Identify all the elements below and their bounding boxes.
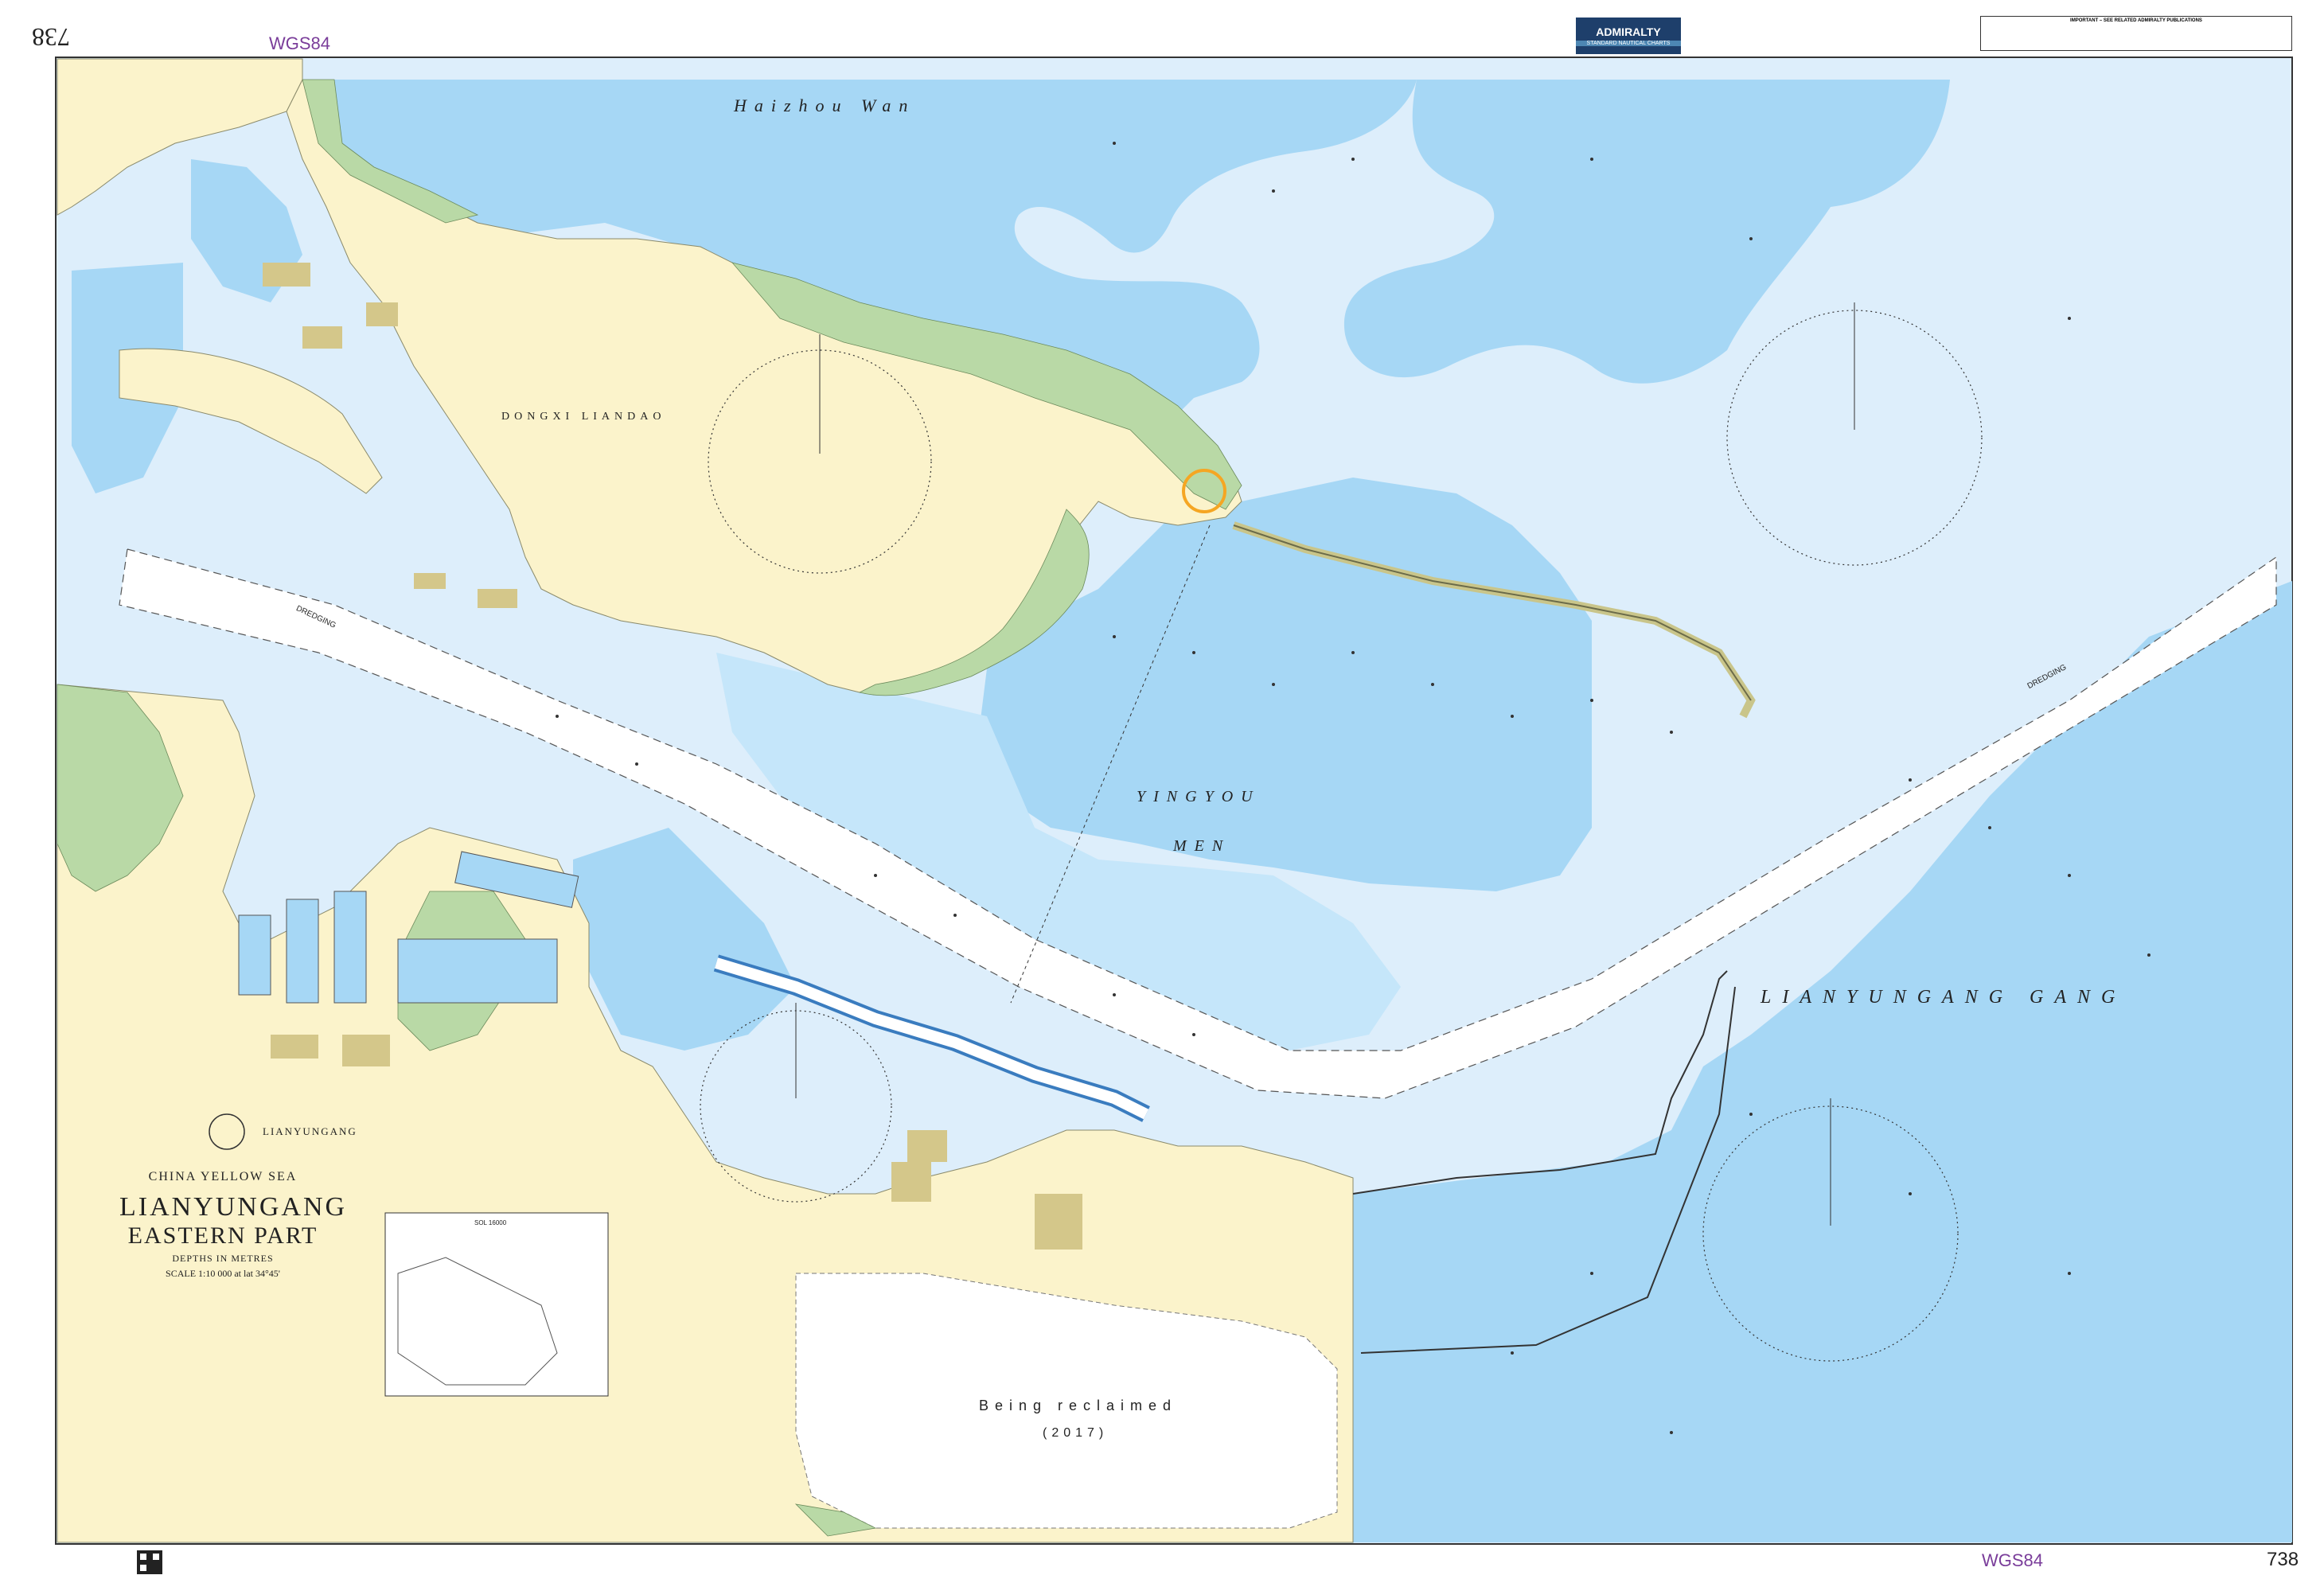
label-lianyungang-town: LIANYUNGANG: [263, 1125, 357, 1137]
datum-bottom: WGS84: [1982, 1550, 2044, 1570]
title-scale: SCALE 1:10 000 at lat 34°45': [166, 1268, 280, 1279]
publisher-sub: STANDARD NAUTICAL CHARTS: [1576, 41, 1681, 46]
title-block: CHINA YELLOW SEA LIANYUNGANG EASTERN PAR…: [119, 1170, 348, 1280]
datum-top: WGS84: [269, 33, 331, 53]
chart-number-top-left: 738: [32, 23, 70, 52]
title-line2: EASTERN PART: [127, 1222, 318, 1249]
label-yingyou: YINGYOU: [1137, 788, 1261, 805]
publisher-name: ADMIRALTY: [1596, 25, 1661, 38]
label-dongxi-liandao: DONGXI LIANDAO: [501, 411, 666, 423]
inset-map: [384, 1212, 609, 1397]
title-depths: DEPTHS IN METRES: [172, 1253, 274, 1264]
warning-title: IMPORTANT – SEE RELATED ADMIRALTY PUBLIC…: [2070, 18, 2202, 23]
inset-title: SOL 16000: [474, 1219, 507, 1226]
title-country-sea: CHINA YELLOW SEA: [148, 1170, 298, 1183]
label-lianyungang-gang: LIANYUNGANG GANG: [1761, 987, 2127, 1008]
label-men: MEN: [1173, 837, 1231, 855]
title-line1: LIANYUNGANG: [119, 1192, 348, 1222]
warning-box: IMPORTANT – SEE RELATED ADMIRALTY PUBLIC…: [1980, 16, 2292, 51]
label-haizhou-wan: Haizhou Wan: [734, 96, 916, 115]
publisher-badge: ADMIRALTY STANDARD NAUTICAL CHARTS: [1576, 18, 1681, 54]
label-being-reclaimed: Being reclaimed: [979, 1398, 1178, 1413]
chart-number-bottom-right: 738: [2267, 1549, 2299, 1570]
label-reclaimed-year: (2017): [1043, 1426, 1109, 1440]
